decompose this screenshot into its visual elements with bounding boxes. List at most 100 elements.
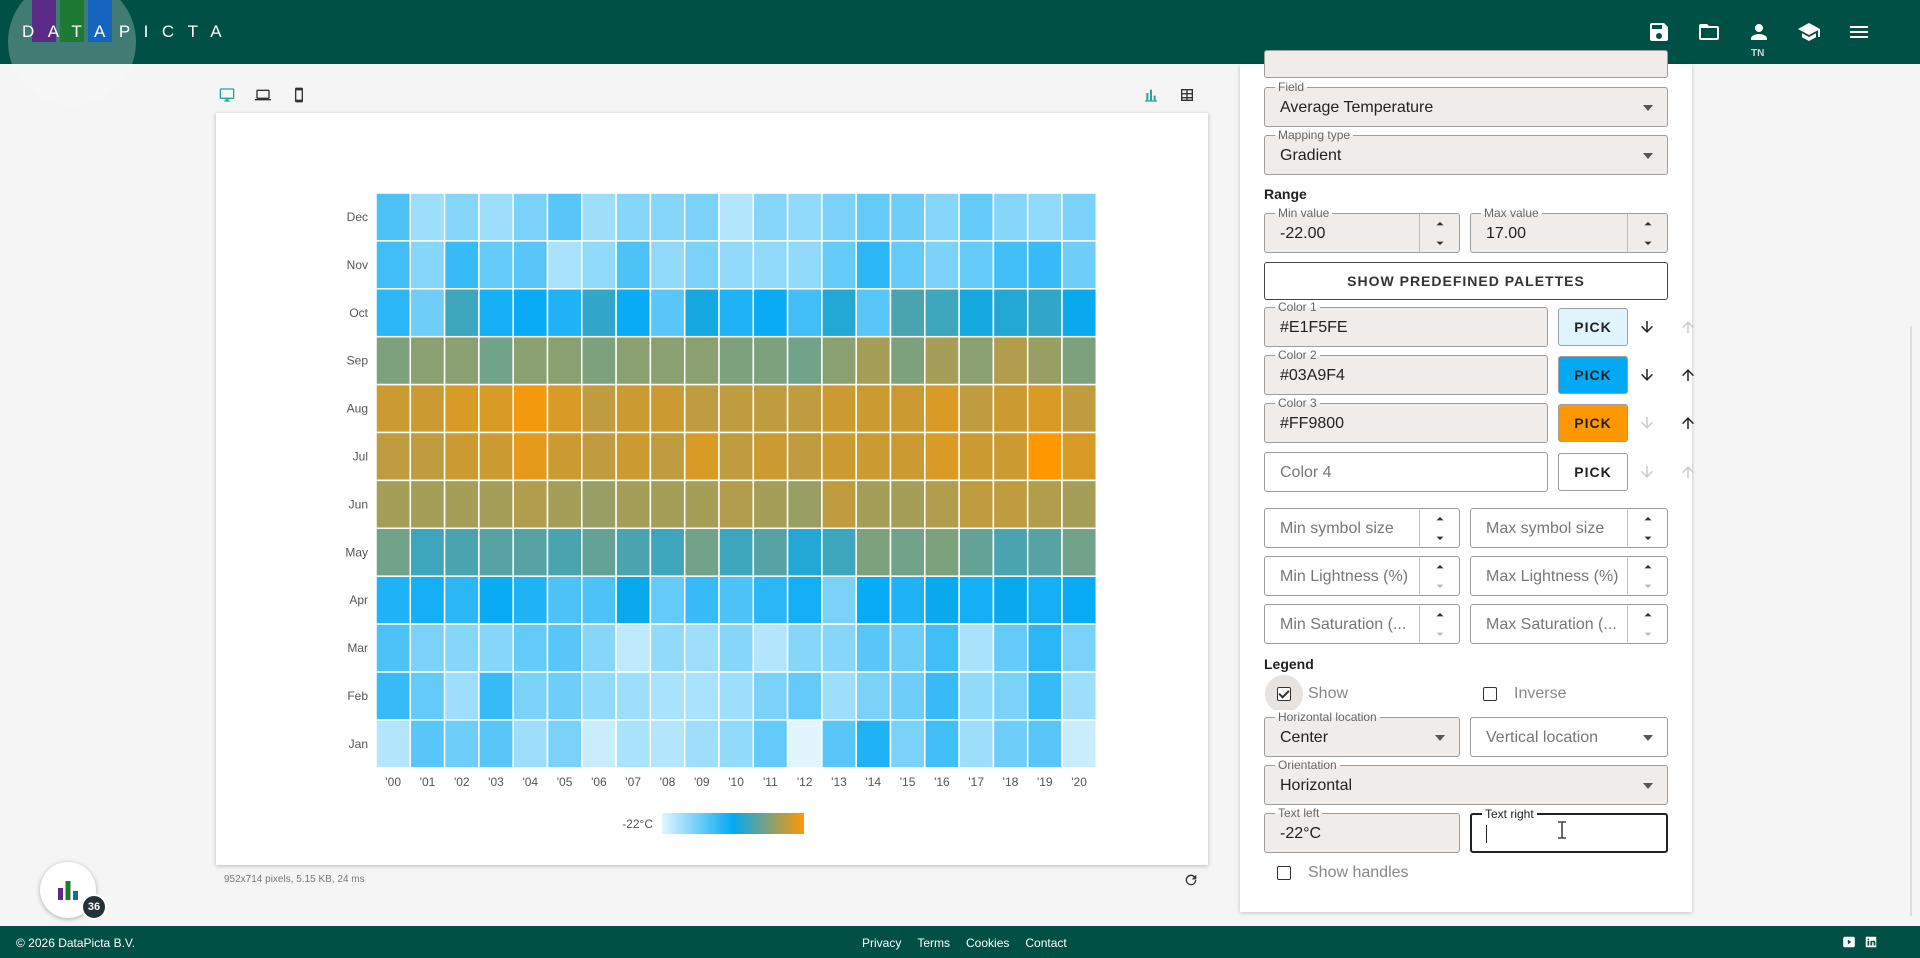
max-lightness-input[interactable]: Max Lightness (%) xyxy=(1470,556,1668,596)
color-2-input[interactable]: Color 2 #03A9F4 xyxy=(1264,348,1548,395)
table-icon[interactable] xyxy=(1176,84,1198,106)
heatmap-cell-Mar-'00 xyxy=(375,623,412,673)
chevron-down-icon xyxy=(1643,153,1653,159)
heatmap-cell-Nov-'13 xyxy=(821,240,857,290)
vertical-location-select[interactable]: Vertical location xyxy=(1470,717,1668,757)
stepper-up-icon[interactable] xyxy=(1420,214,1460,233)
heatmap-cell-Dec-'09 xyxy=(683,192,720,242)
orientation-select[interactable]: Orientation Horizontal xyxy=(1264,758,1668,805)
previous-field[interactable] xyxy=(1264,50,1668,78)
heatmap-cell-Feb-'18 xyxy=(992,671,1029,721)
y-tick-label: Jul xyxy=(353,449,368,463)
stepper-up-icon[interactable] xyxy=(1420,509,1460,528)
arrow-up-icon[interactable] xyxy=(1676,411,1700,435)
text-left-input[interactable]: Text left -22°C xyxy=(1264,806,1460,853)
heatmap-cell-Feb-'01 xyxy=(409,671,446,721)
footer-link-cookies[interactable]: Cookies xyxy=(966,936,1009,950)
heatmap-cell-Aug-'02 xyxy=(443,383,480,434)
stepper-down-icon[interactable] xyxy=(1420,528,1460,547)
min-value-input[interactable]: Min value -22.00 xyxy=(1264,206,1460,253)
footer-link-contact[interactable]: Contact xyxy=(1025,936,1066,950)
horizontal-location-select[interactable]: Horizontal location Center xyxy=(1264,710,1460,757)
heatmap-cell-Feb-'05 xyxy=(546,671,583,721)
menu-icon[interactable] xyxy=(1844,17,1874,47)
stepper-up-icon[interactable] xyxy=(1628,557,1668,576)
color-4-input[interactable]: Color 4 xyxy=(1264,452,1548,492)
stepper-up-icon[interactable] xyxy=(1628,605,1668,624)
max-saturation-input[interactable]: Max Saturation (... xyxy=(1470,604,1668,644)
y-tick-label: Jun xyxy=(349,497,368,511)
show-predefined-palettes-button[interactable]: SHOW PREDEFINED PALETTES xyxy=(1264,262,1668,300)
color-2-pick-button[interactable]: PICK xyxy=(1558,356,1628,394)
y-tick-label: Dec xyxy=(347,210,368,224)
heatmap-cell-Dec-'08 xyxy=(649,192,686,242)
inverse-checkbox[interactable] xyxy=(1483,687,1497,701)
save-icon[interactable] xyxy=(1644,17,1674,47)
stepper-down-icon[interactable] xyxy=(1628,528,1668,547)
school-icon[interactable] xyxy=(1794,17,1824,47)
scrollbar[interactable] xyxy=(1910,326,1912,916)
show-legend-checkbox[interactable] xyxy=(1277,687,1291,701)
heatmap-cell-Apr-'07 xyxy=(615,575,652,625)
laptop-icon[interactable] xyxy=(252,84,274,106)
stepper-up-icon[interactable] xyxy=(1420,557,1460,576)
heatmap-cell-Jul-'13 xyxy=(821,431,857,482)
heatmap-cell-Mar-'17 xyxy=(958,623,995,673)
footer-link-terms[interactable]: Terms xyxy=(917,936,950,950)
heatmap-cell-Sep-'10 xyxy=(718,335,755,386)
max-value-input[interactable]: Max value 17.00 xyxy=(1470,206,1668,253)
linkedin-icon[interactable] xyxy=(1864,935,1878,949)
heatmap-cell-May-'04 xyxy=(512,527,549,577)
arrow-up-icon[interactable] xyxy=(1676,363,1700,387)
folder-open-icon[interactable] xyxy=(1694,17,1724,47)
x-tick-label: '14 xyxy=(865,775,881,789)
settings-panel: Field Average Temperature Mapping type G… xyxy=(1240,50,1694,912)
heatmap-cell-Aug-'17 xyxy=(958,383,995,434)
min-saturation-input[interactable]: Min Saturation (... xyxy=(1264,604,1460,644)
arrow-down-icon[interactable] xyxy=(1635,315,1659,339)
field-select[interactable]: Field Average Temperature xyxy=(1264,80,1668,127)
stepper-up-icon[interactable] xyxy=(1628,509,1668,528)
stepper-down-icon xyxy=(1628,624,1668,643)
heatmap-cell-Jan-'14 xyxy=(855,719,892,769)
desktop-icon[interactable] xyxy=(216,84,238,106)
account-icon[interactable]: TN xyxy=(1744,17,1774,59)
color-4-pick-button[interactable]: PICK xyxy=(1558,453,1628,491)
heatmap-cell-Sep-'02 xyxy=(443,335,480,386)
heatmap-cell-Jan-'05 xyxy=(546,719,583,769)
color-3-pick-button[interactable]: PICK xyxy=(1558,404,1628,442)
heatmap-cell-Dec-'20 xyxy=(1061,192,1098,242)
text-left-label: Text left xyxy=(1275,806,1323,820)
color-1-pick-button[interactable]: PICK xyxy=(1558,308,1628,346)
heatmap-cell-Aug-'04 xyxy=(512,383,549,434)
x-tick-label: '07 xyxy=(625,775,641,789)
color-3-input[interactable]: Color 3 #FF9800 xyxy=(1264,396,1548,443)
bar-chart-icon[interactable] xyxy=(1140,84,1162,106)
heatmap-cell-Oct-'08 xyxy=(649,288,686,338)
datapicta-logo[interactable]: DATAPICTA xyxy=(0,0,222,106)
min-lightness-input[interactable]: Min Lightness (%) xyxy=(1264,556,1460,596)
phone-icon[interactable] xyxy=(288,84,310,106)
chart-meta-info: 952x714 pixels, 5.15 KB, 24 ms xyxy=(224,874,365,885)
max-symbol-size-input[interactable]: Max symbol size xyxy=(1470,508,1668,548)
text-right-input[interactable]: Text right xyxy=(1470,807,1668,853)
heatmap-cell-Oct-'05 xyxy=(546,288,583,338)
refresh-icon[interactable] xyxy=(1183,872,1199,888)
stepper-up-icon[interactable] xyxy=(1628,214,1668,233)
heatmap-cell-Jun-'02 xyxy=(443,479,480,530)
heatmap-cell-Jun-'18 xyxy=(992,479,1029,530)
stepper-up-icon[interactable] xyxy=(1420,605,1460,624)
mapping-type-select[interactable]: Mapping type Gradient xyxy=(1264,128,1668,175)
heatmap-cell-Nov-'08 xyxy=(649,240,686,290)
footer-link-privacy[interactable]: Privacy xyxy=(862,936,901,950)
charts-count-button[interactable]: 36 xyxy=(40,862,107,920)
heatmap-cell-Apr-'08 xyxy=(649,575,686,625)
stepper-down-icon[interactable] xyxy=(1628,233,1668,252)
youtube-icon[interactable] xyxy=(1842,935,1856,949)
stepper-down-icon[interactable] xyxy=(1420,233,1460,252)
color-1-input[interactable]: Color 1 #E1F5FE xyxy=(1264,300,1548,347)
min-symbol-size-input[interactable]: Min symbol size xyxy=(1264,508,1460,548)
show-handles-checkbox[interactable] xyxy=(1277,866,1291,880)
arrow-down-icon[interactable] xyxy=(1635,363,1659,387)
heatmap-cell-Dec-'13 xyxy=(821,192,857,242)
